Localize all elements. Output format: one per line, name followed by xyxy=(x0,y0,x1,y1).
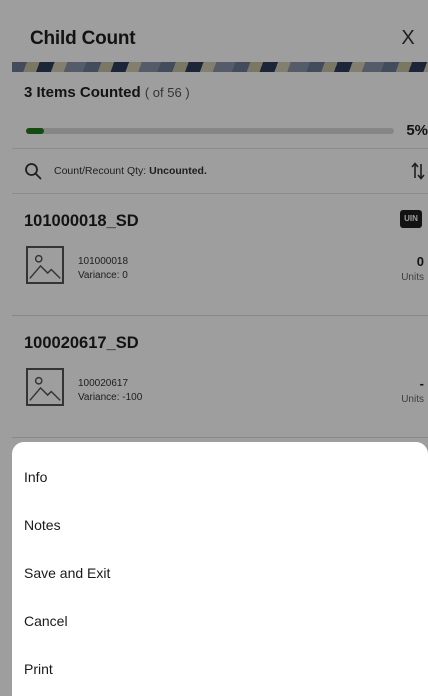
menu-item-notes[interactable]: Notes xyxy=(12,502,428,550)
action-bottom-sheet: Info Notes Save and Exit Cancel Print xyxy=(12,442,428,696)
menu-item-save-and-exit[interactable]: Save and Exit xyxy=(12,550,428,598)
menu-item-info[interactable]: Info xyxy=(12,454,428,502)
menu-item-label: Info xyxy=(24,469,48,485)
menu-item-label: Notes xyxy=(24,517,61,533)
menu-item-cancel[interactable]: Cancel xyxy=(12,598,428,646)
menu-item-print[interactable]: Print xyxy=(12,646,428,694)
menu-item-label: Print xyxy=(24,661,53,677)
menu-item-label: Cancel xyxy=(24,613,68,629)
menu-item-label: Save and Exit xyxy=(24,565,111,581)
